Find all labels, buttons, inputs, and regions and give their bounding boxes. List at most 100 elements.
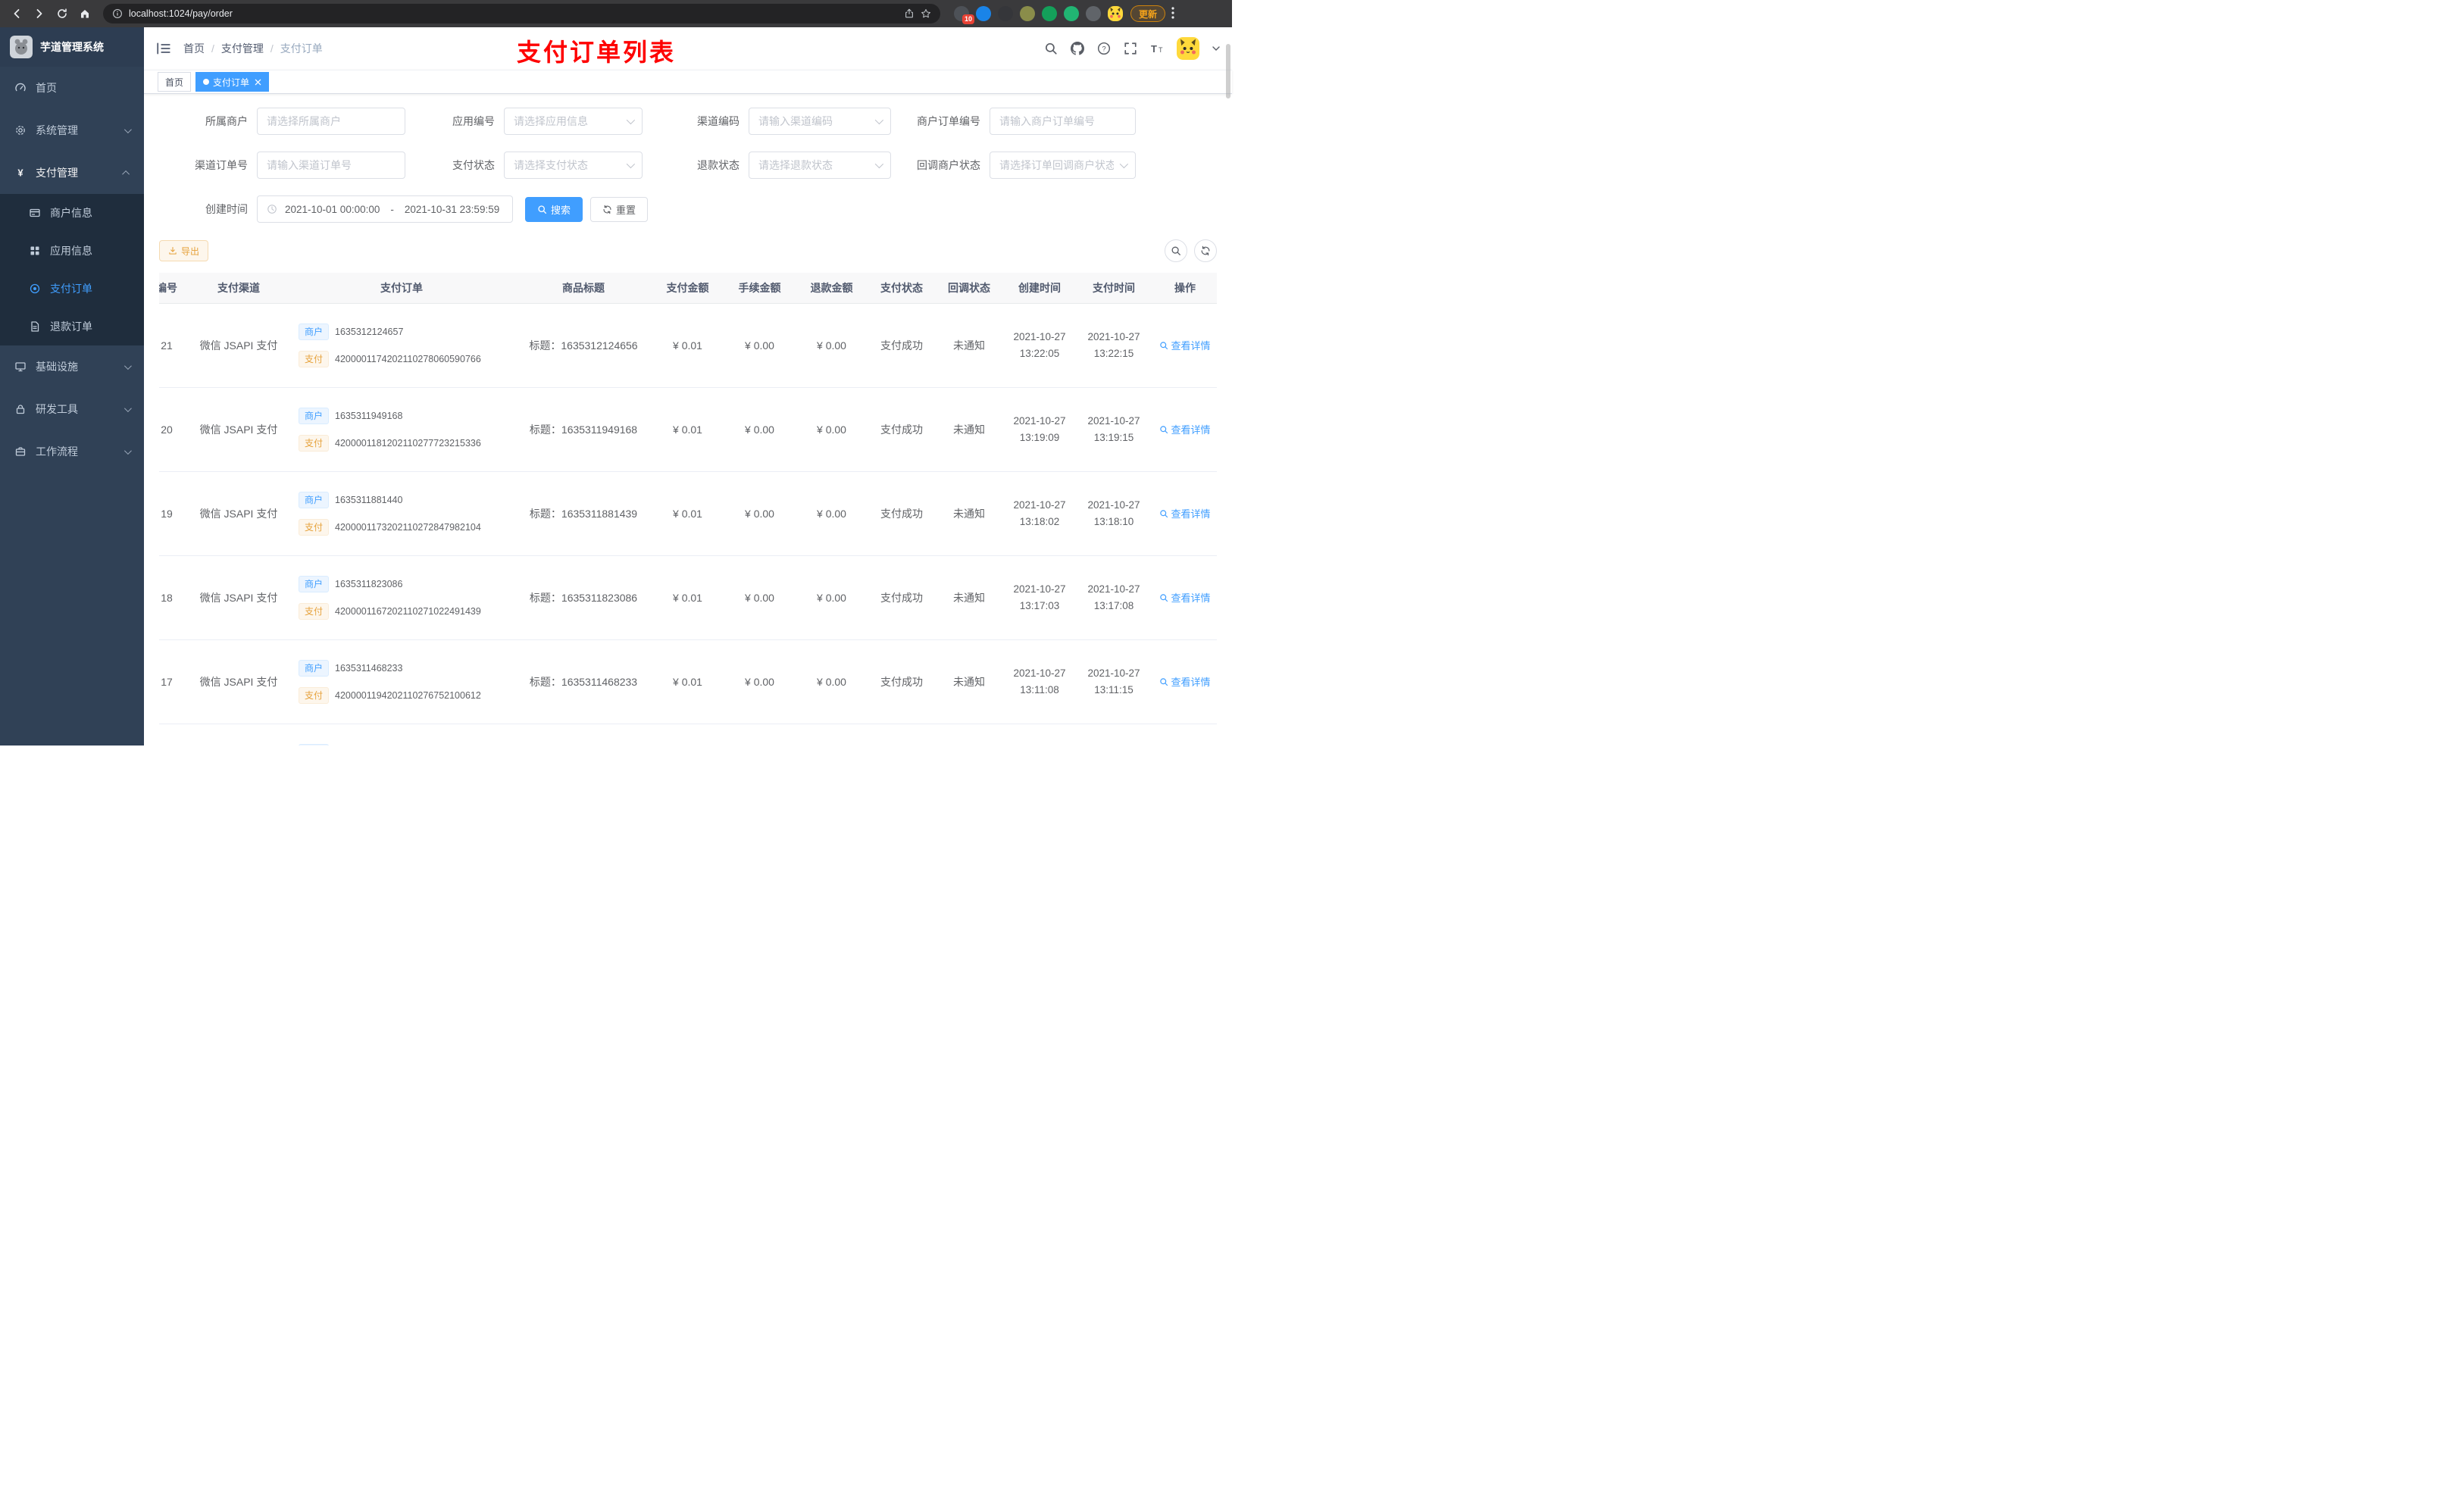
channel-code-label: 渠道编码 bbox=[697, 115, 740, 127]
back-button[interactable] bbox=[6, 3, 27, 24]
url-text: localhost:1024/pay/order bbox=[129, 8, 233, 19]
sidebar-item-merchant-info[interactable]: 商户信息 bbox=[0, 194, 144, 232]
breadcrumb-payment[interactable]: 支付管理 bbox=[221, 41, 264, 56]
cell-order: 商户16353115178 支付 bbox=[288, 724, 515, 746]
app-no-select[interactable]: 请选择应用信息 bbox=[504, 108, 643, 135]
search-icon bbox=[1171, 246, 1180, 255]
logo-icon bbox=[10, 36, 33, 58]
cell-actions: 查看详情 bbox=[1151, 303, 1217, 388]
avatar-caret-icon[interactable] bbox=[1212, 46, 1220, 51]
tab-home[interactable]: 首页 bbox=[158, 72, 192, 92]
close-icon[interactable] bbox=[255, 79, 261, 86]
olive-extension-icon[interactable] bbox=[1020, 6, 1035, 21]
reset-button[interactable]: 重置 bbox=[590, 196, 649, 222]
view-detail-link[interactable]: 查看详情 bbox=[1159, 506, 1211, 520]
sidebar-item-payment[interactable]: ¥ 支付管理 bbox=[0, 152, 144, 194]
sidebar-item-system[interactable]: 系统管理 bbox=[0, 109, 144, 152]
gray-extension-icon[interactable] bbox=[1086, 6, 1101, 21]
site-info-icon[interactable] bbox=[112, 8, 123, 19]
cell-order: 商户 1635311468233 支付 4200001194202110276752… bbox=[288, 639, 515, 724]
toggle-search-button[interactable] bbox=[1165, 239, 1187, 262]
cell-channel: 微信 JSAPI 支付 bbox=[189, 303, 288, 388]
col-id: 编号 bbox=[159, 273, 189, 304]
cell-amount: ¥ 0.01 bbox=[652, 387, 724, 472]
cell-title: 标题：1635311823086 bbox=[515, 555, 652, 640]
sidebar-item-pay-order[interactable]: 支付订单 bbox=[0, 270, 144, 308]
sidebar-item-home[interactable]: 首页 bbox=[0, 67, 144, 109]
teal-extension-icon[interactable] bbox=[1064, 6, 1079, 21]
home-button[interactable] bbox=[74, 3, 95, 24]
sidebar-item-dev-tools[interactable]: 研发工具 bbox=[0, 388, 144, 430]
cell-create-time: 2021-10-27 13:22:05 bbox=[1002, 303, 1077, 388]
share-icon[interactable] bbox=[904, 8, 915, 19]
collapse-sidebar-icon[interactable] bbox=[156, 42, 171, 55]
view-detail-link[interactable]: 查看详情 bbox=[1159, 338, 1211, 352]
forward-button[interactable] bbox=[29, 3, 50, 24]
sidebar-item-workflow[interactable]: 工作流程 bbox=[0, 430, 144, 473]
cell-notify: 未通知 bbox=[936, 471, 1002, 556]
refund-status-select[interactable]: 请选择退款状态 bbox=[749, 152, 891, 179]
filter-row-2: 渠道订单号 支付状态 请选择支付状态 退款状态 请选择退款状态 回调商户状态 请… bbox=[159, 152, 1217, 179]
github-icon[interactable] bbox=[1071, 42, 1084, 55]
help-icon[interactable]: ? bbox=[1097, 42, 1111, 55]
chevron-down-icon bbox=[626, 159, 636, 169]
cell-id: 17 bbox=[159, 639, 189, 724]
filter-row-1: 所属商户 应用编号 请选择应用信息 渠道编码 请输入渠道编码 商户订单编号 bbox=[159, 108, 1217, 135]
orders-table: 编号 支付渠道 支付订单 商品标题 支付金额 手续金额 退款金额 支付状态 回调… bbox=[159, 273, 1217, 746]
green-extension-icon[interactable] bbox=[1042, 6, 1057, 21]
refresh-table-button[interactable] bbox=[1194, 239, 1217, 262]
tab-pay-order[interactable]: 支付订单 bbox=[195, 72, 270, 92]
cell-create-time: 2021-10-27 13:17:03 bbox=[1002, 555, 1077, 640]
merchant-order-no-input[interactable] bbox=[990, 108, 1136, 135]
sidebar-item-infra[interactable]: 基础设施 bbox=[0, 345, 144, 388]
browser-update-button[interactable]: 更新 bbox=[1130, 5, 1166, 22]
extension-badge: 10 bbox=[962, 14, 974, 24]
channel-code-select[interactable]: 请输入渠道编码 bbox=[749, 108, 891, 135]
sidebar-item-refund-order[interactable]: 退款订单 bbox=[0, 308, 144, 345]
cell-actions: 查看详情 bbox=[1151, 639, 1217, 724]
cell-pay-time: 2021-10-27 13:19:15 bbox=[1077, 387, 1151, 472]
cell-id: 21 bbox=[159, 303, 189, 388]
export-button[interactable]: 导出 bbox=[159, 240, 209, 261]
channel-order-no-input[interactable] bbox=[257, 152, 405, 179]
view-detail-link[interactable]: 查看详情 bbox=[1159, 590, 1211, 605]
range-end: 2021-10-31 23:59:59 bbox=[404, 203, 500, 215]
pikachu-extension-icon[interactable] bbox=[1108, 6, 1123, 21]
reload-button[interactable] bbox=[52, 3, 73, 24]
col-pay-time: 支付时间 bbox=[1077, 273, 1151, 304]
notify-status-select[interactable]: 请选择订单回调商户状态 bbox=[990, 152, 1136, 179]
chevron-down-icon bbox=[124, 404, 132, 412]
drop-extension-icon[interactable] bbox=[976, 6, 991, 21]
fullscreen-icon[interactable] bbox=[1124, 42, 1137, 55]
pay-status-select[interactable]: 请选择支付状态 bbox=[504, 152, 643, 179]
dark-extension-icon[interactable] bbox=[998, 6, 1013, 21]
bookmark-star-icon[interactable] bbox=[921, 8, 931, 19]
app-logo[interactable]: 芋道管理系统 bbox=[0, 27, 144, 67]
sidebar-item-app-info[interactable]: 应用信息 bbox=[0, 232, 144, 270]
create-time-range-picker[interactable]: 2021-10-01 00:00:00 - 2021-10-31 23:59:5… bbox=[257, 195, 513, 223]
cell-pay-time: 2021-10-27 13:11:15 bbox=[1077, 639, 1151, 724]
col-fee: 手续金额 bbox=[724, 273, 796, 304]
cell-fee: ¥ 0.00 bbox=[724, 471, 796, 556]
puzzle-extension-icon[interactable]: 10 bbox=[954, 6, 974, 24]
tags-view-bar: 首页 支付订单 bbox=[144, 70, 1232, 94]
cell-notify: 未通知 bbox=[936, 639, 1002, 724]
search-button[interactable]: 搜索 bbox=[525, 196, 583, 222]
col-refund: 退款金额 bbox=[796, 273, 868, 304]
browser-menu-icon[interactable] bbox=[1167, 6, 1179, 21]
user-avatar[interactable] bbox=[1177, 37, 1199, 60]
font-size-icon[interactable]: TT bbox=[1150, 42, 1164, 55]
cell-id: 20 bbox=[159, 387, 189, 472]
search-icon[interactable] bbox=[1044, 42, 1058, 55]
cell-refund bbox=[796, 724, 868, 746]
view-detail-link[interactable]: 查看详情 bbox=[1159, 674, 1211, 689]
view-detail-link[interactable]: 查看详情 bbox=[1159, 422, 1211, 436]
address-bar[interactable]: localhost:1024/pay/order bbox=[103, 4, 940, 23]
cell-channel: 微信 JSAPI 支付 bbox=[189, 555, 288, 640]
cell-order: 商户 1635312124657 支付 4200001174202110278060… bbox=[288, 303, 515, 388]
table-toolbar: 导出 bbox=[159, 239, 1217, 262]
merchant-input[interactable] bbox=[257, 108, 405, 135]
breadcrumb-home[interactable]: 首页 bbox=[183, 41, 205, 56]
cell-amount: ¥ 0.01 bbox=[652, 303, 724, 388]
scrollbar-thumb[interactable] bbox=[1226, 44, 1230, 98]
